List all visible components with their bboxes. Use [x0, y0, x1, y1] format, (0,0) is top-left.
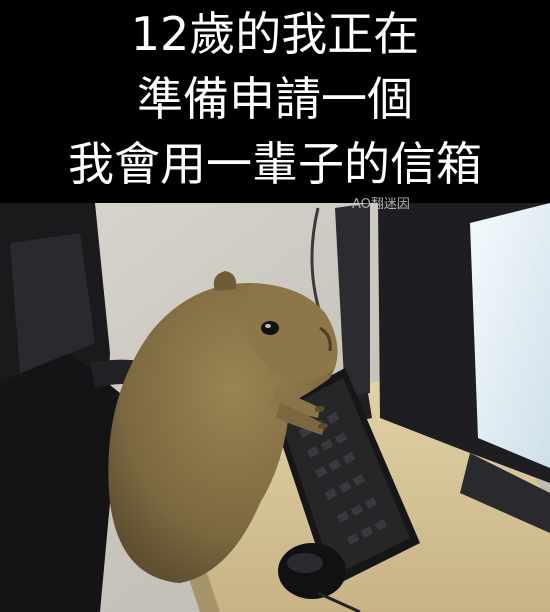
caption-line-2: 準備申請一個 — [137, 72, 413, 126]
caption-block: 12歲的我正在 準備申請一個 我會用一輩子的信箱 — [0, 0, 550, 203]
meme-image: 12歲的我正在 準備申請一個 我會用一輩子的信箱 AO翻迷因 — [0, 0, 550, 612]
capybara-photo — [0, 203, 550, 612]
watermark-text: AO翻迷因 — [352, 197, 410, 212]
caption-line-3: 我會用一輩子的信箱 — [68, 137, 482, 191]
caption-line-1: 12歲的我正在 — [130, 7, 420, 61]
